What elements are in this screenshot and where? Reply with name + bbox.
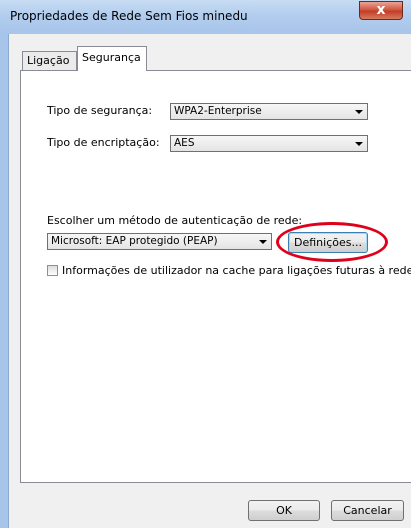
encryption-type-value: AES [174, 137, 195, 149]
auth-method-select[interactable]: Microsoft: EAP protegido (PEAP) [47, 233, 272, 250]
window-title: Propriedades de Rede Sem Fios minedu [10, 9, 248, 23]
ok-button[interactable]: OK [248, 500, 320, 521]
cache-credentials-checkbox[interactable] [47, 265, 58, 276]
security-type-label: Tipo de segurança: [47, 104, 153, 117]
auth-method-label: Escolher um método de autenticação de re… [47, 214, 303, 227]
close-button[interactable]: x [359, 1, 403, 20]
window-frame-left [0, 34, 9, 528]
security-type-select[interactable]: WPA2-Enterprise [170, 103, 368, 120]
security-type-value: WPA2-Enterprise [174, 105, 262, 117]
tab-ligacao[interactable]: Ligação [22, 51, 77, 71]
dropdown-arrow-icon [355, 142, 363, 146]
encryption-type-label: Tipo de encriptação: [47, 136, 160, 149]
cache-credentials-label: Informações de utilizador na cache para … [62, 264, 411, 277]
dropdown-arrow-icon [355, 110, 363, 114]
encryption-type-select[interactable]: AES [170, 135, 368, 152]
close-icon: x [376, 2, 386, 18]
title-bar[interactable]: Propriedades de Rede Sem Fios minedu x [0, 0, 411, 34]
dropdown-arrow-icon [259, 240, 267, 244]
tab-seguranca[interactable]: Segurança [77, 46, 147, 71]
auth-method-value: Microsoft: EAP protegido (PEAP) [51, 235, 218, 247]
settings-button[interactable]: Definições... [288, 232, 368, 253]
cancel-button[interactable]: Cancelar [331, 500, 404, 521]
